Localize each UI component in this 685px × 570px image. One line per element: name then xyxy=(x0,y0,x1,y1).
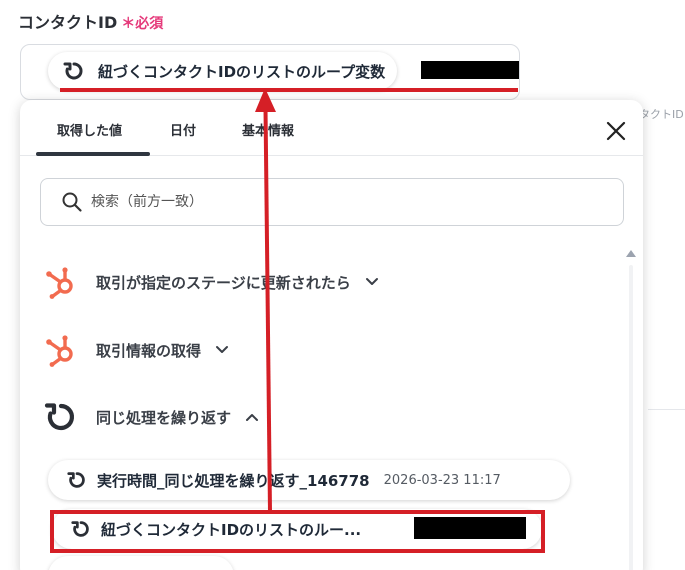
field-label-text: コンタクトID xyxy=(18,13,118,32)
loop-icon xyxy=(42,398,80,436)
field-label: コンタクトID ＊必須 xyxy=(18,9,163,33)
tree-item-label: 取引が指定のステージに更新されたら xyxy=(96,273,351,292)
background-label-fragment: タクトID xyxy=(639,108,684,121)
chevron-down-icon xyxy=(365,278,378,285)
loop-icon xyxy=(62,59,86,87)
sub-item-timestamp: 2026-03-23 11:17 xyxy=(383,472,501,488)
tab-bar: 取得した値 日付 基本情報 xyxy=(20,100,643,156)
required-badge: ＊必須 xyxy=(121,16,164,32)
tree-item-repeat-loop[interactable]: 同じ処理を繰り返す xyxy=(42,398,259,436)
tree-item-deal-stage-trigger[interactable]: 取引が指定のステージに更新されたら xyxy=(42,263,379,301)
value-picker-panel: 取得した値 日付 基本情報 検索（前方一致） 取引が指定のステージに更新されたら… xyxy=(20,100,643,570)
sub-item-execution-time[interactable]: 実行時間_同じ処理を繰り返す_146778 2026-03-23 11:17 xyxy=(48,460,570,500)
tab-date[interactable]: 日付 xyxy=(170,120,196,139)
background-divider xyxy=(648,409,685,410)
hubspot-icon xyxy=(42,263,80,301)
tab-basic-info[interactable]: 基本情報 xyxy=(242,120,294,139)
tree-item-label: 同じ処理を繰り返す xyxy=(96,408,232,427)
tree-item-get-deal-info[interactable]: 取引情報の取得 xyxy=(42,331,229,369)
search-icon xyxy=(62,192,82,212)
highlight-box xyxy=(50,510,545,553)
hubspot-icon xyxy=(42,331,80,369)
close-icon xyxy=(606,121,626,141)
tab-retrieved-values[interactable]: 取得した値 xyxy=(57,120,122,139)
redacted-block xyxy=(421,61,519,79)
sub-item-label: 実行時間_同じ処理を繰り返す_146778 xyxy=(97,471,370,490)
chevron-down-icon xyxy=(216,346,229,353)
highlight-underline xyxy=(60,88,518,92)
sub-item-partial[interactable] xyxy=(48,556,234,570)
close-button[interactable] xyxy=(604,119,628,143)
loop-icon xyxy=(67,472,85,488)
selected-value-chip[interactable]: 紐づくコンタクトIDのリストのループ変数 xyxy=(48,52,398,90)
search-box xyxy=(40,178,624,226)
scrollbar-track[interactable] xyxy=(629,265,633,570)
scroll-up-arrow-icon[interactable] xyxy=(626,250,636,257)
selected-value-label: 紐づくコンタクトIDのリストのループ変数 xyxy=(98,62,386,81)
search-input[interactable] xyxy=(91,194,591,210)
active-tab-indicator xyxy=(36,152,150,156)
chevron-up-icon xyxy=(246,414,259,421)
tree-item-label: 取引情報の取得 xyxy=(96,341,202,360)
